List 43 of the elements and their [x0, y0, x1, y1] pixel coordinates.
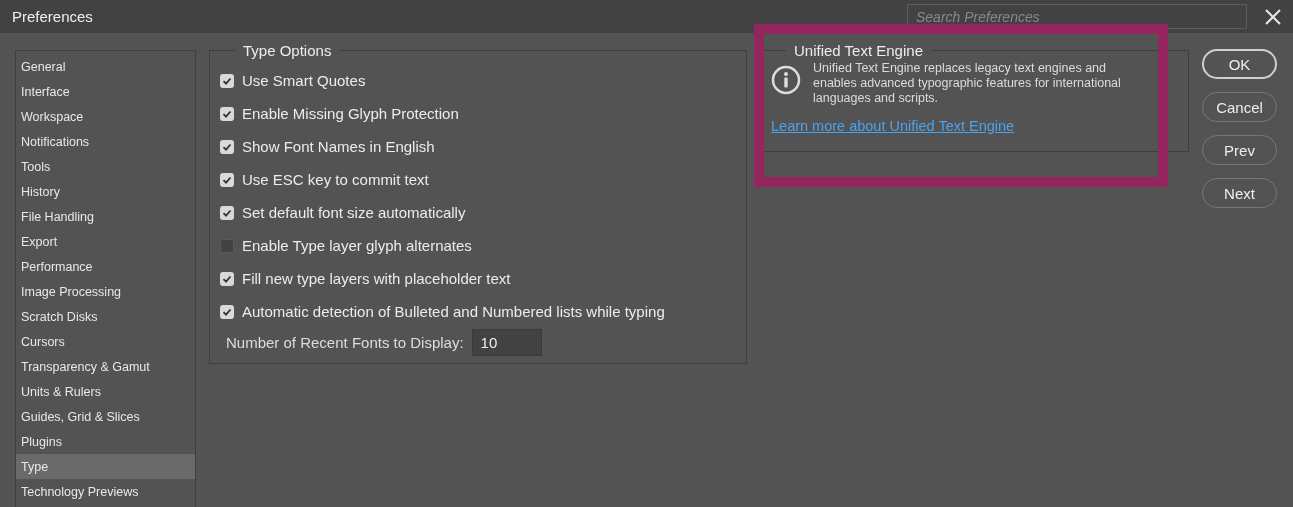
- sidebar-item[interactable]: Workspace: [16, 104, 195, 129]
- option-label: Automatic detection of Bulleted and Numbered lists while typing: [242, 303, 665, 320]
- dialog-button[interactable]: OK: [1202, 49, 1277, 79]
- checkbox[interactable]: [220, 238, 234, 253]
- sidebar-item[interactable]: Guides, Grid & Slices: [16, 404, 195, 429]
- sidebar-item[interactable]: History: [16, 179, 195, 204]
- checkbox[interactable]: [220, 304, 234, 319]
- checkbox[interactable]: [220, 172, 234, 187]
- sidebar-item[interactable]: Units & Rulers: [16, 379, 195, 404]
- info-icon: [771, 65, 801, 95]
- option-label: Fill new type layers with placeholder text: [242, 270, 511, 287]
- group-title: Unified Text Engine: [793, 42, 924, 59]
- option-label: Use Smart Quotes: [242, 72, 366, 89]
- sidebar-item[interactable]: General: [16, 54, 195, 79]
- option-label: Set default font size automatically: [242, 204, 466, 221]
- recent-fonts-field[interactable]: 10: [471, 329, 542, 356]
- sidebar-item[interactable]: Notifications: [16, 129, 195, 154]
- sidebar-item[interactable]: Performance: [16, 254, 195, 279]
- sidebar-item[interactable]: Technology Previews: [16, 479, 195, 504]
- checkbox[interactable]: [220, 73, 234, 88]
- sidebar-item[interactable]: Type: [16, 454, 195, 479]
- sidebar-item[interactable]: Cursors: [16, 329, 195, 354]
- option-label: Enable Missing Glyph Protection: [242, 105, 459, 122]
- group-title: Type Options: [242, 42, 333, 59]
- field-label: Number of Recent Fonts to Display:: [226, 334, 464, 351]
- option-label: Use ESC key to commit text: [242, 171, 429, 188]
- window-title: Preferences: [12, 8, 94, 25]
- checkbox[interactable]: [220, 139, 234, 154]
- option-label: Show Font Names in English: [242, 138, 435, 155]
- description-text: Unified Text Engine replaces legacy text engines and enables advanced typographic features for international languages and scripts.: [813, 61, 1122, 106]
- sidebar-item[interactable]: File Handling: [16, 204, 195, 229]
- sidebar-item[interactable]: Interface: [16, 79, 195, 104]
- option-label: Enable Type layer glyph alternates: [242, 237, 472, 254]
- close-icon[interactable]: [1265, 8, 1281, 25]
- checkbox[interactable]: [220, 106, 234, 121]
- sidebar-item[interactable]: Transparency & Gamut: [16, 354, 195, 379]
- sidebar-item[interactable]: Export: [16, 229, 195, 254]
- sidebar-item[interactable]: Image Processing: [16, 279, 195, 304]
- checkbox[interactable]: [220, 205, 234, 220]
- sidebar-item[interactable]: Scratch Disks: [16, 304, 195, 329]
- sidebar-item[interactable]: Plugins: [16, 429, 195, 454]
- checkbox[interactable]: [220, 271, 234, 286]
- sidebar-item[interactable]: Tools: [16, 154, 195, 179]
